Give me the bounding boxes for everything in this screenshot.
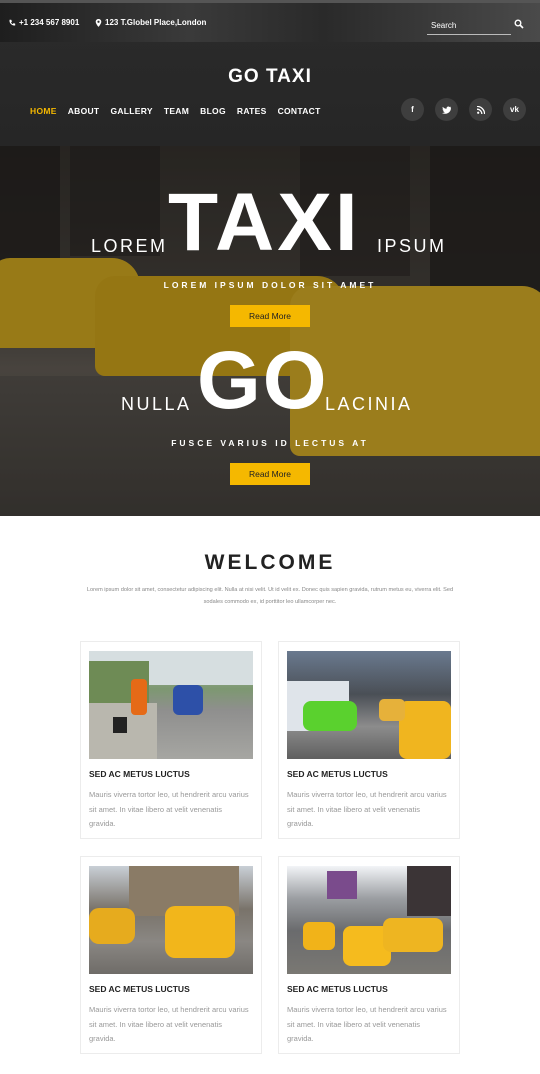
search-input[interactable]: [427, 16, 511, 35]
hero-banner: LOREM TAXI IPSUM LOREM IPSUM DOLOR SIT A…: [0, 146, 540, 516]
nav-contact[interactable]: CONTACT: [278, 106, 321, 116]
map-marker-icon: [95, 18, 102, 27]
nav-about[interactable]: ABOUT: [68, 106, 100, 116]
search-icon[interactable]: [514, 19, 524, 29]
vk-icon[interactable]: vk: [503, 98, 526, 121]
address-text: 123 T.Globel Place,London: [105, 18, 207, 27]
hero-slide2-left: NULLA: [121, 394, 192, 414]
hero-slide1-subtitle: LOREM IPSUM DOLOR SIT AMET: [163, 280, 377, 290]
card-image: [89, 866, 253, 974]
facebook-icon[interactable]: f: [401, 98, 424, 121]
card-image: [287, 651, 451, 759]
nav-team[interactable]: TEAM: [164, 106, 189, 116]
hero-slide1-right: IPSUM: [377, 236, 447, 256]
card-text: Mauris viverra tortor leo, ut hendrerit …: [89, 1005, 249, 1043]
nav-home[interactable]: HOME: [30, 106, 57, 116]
read-more-button-1[interactable]: Read More: [230, 305, 310, 327]
welcome-text: Lorem ipsum dolor sit amet, consectetur …: [86, 587, 454, 605]
address-contact: 123 T.Globel Place,London: [95, 18, 206, 27]
main-nav: HOME ABOUT GALLERY TEAM BLOG RATES CONTA…: [30, 106, 321, 116]
site-header: +1 234 567 8901 123 T.Globel Place,Londo…: [0, 0, 540, 146]
card-title: SED AC METUS LUCTUS: [287, 984, 388, 994]
top-bar: +1 234 567 8901 123 T.Globel Place,Londo…: [0, 0, 540, 42]
hero-slide1-title: TAXI: [168, 177, 361, 268]
phone-contact[interactable]: +1 234 567 8901: [8, 18, 79, 27]
social-links: f vk: [401, 98, 526, 121]
hero-slide1-left: LOREM: [91, 236, 168, 256]
nav-blog[interactable]: BLOG: [200, 106, 226, 116]
card-image: [287, 866, 451, 974]
phone-icon: [9, 19, 16, 26]
card-title: SED AC METUS LUCTUS: [89, 769, 190, 779]
hero-slide2-title: GO: [197, 335, 329, 426]
feature-card[interactable]: SED AC METUS LUCTUS Mauris viverra torto…: [80, 641, 262, 839]
welcome-heading: WELCOME: [204, 551, 336, 574]
feature-card[interactable]: SED AC METUS LUCTUS Mauris viverra torto…: [80, 856, 262, 1054]
nav-gallery[interactable]: GALLERY: [110, 106, 152, 116]
card-text: Mauris viverra tortor leo, ut hendrerit …: [287, 790, 447, 828]
phone-number: +1 234 567 8901: [19, 18, 80, 27]
card-title: SED AC METUS LUCTUS: [287, 769, 388, 779]
search-box: [427, 15, 511, 35]
feature-card[interactable]: SED AC METUS LUCTUS Mauris viverra torto…: [278, 641, 460, 839]
card-title: SED AC METUS LUCTUS: [89, 984, 190, 994]
twitter-icon[interactable]: [435, 98, 458, 121]
read-more-button-2[interactable]: Read More: [230, 463, 310, 485]
feature-card[interactable]: SED AC METUS LUCTUS Mauris viverra torto…: [278, 856, 460, 1054]
site-logo[interactable]: GO TAXI: [0, 66, 540, 88]
hero-slide2-subtitle: FUSCE VARIUS ID LECTUS AT: [171, 438, 369, 448]
nav-rates[interactable]: RATES: [237, 106, 267, 116]
card-image: [89, 651, 253, 759]
card-text: Mauris viverra tortor leo, ut hendrerit …: [287, 1005, 447, 1043]
rss-icon[interactable]: [469, 98, 492, 121]
card-text: Mauris viverra tortor leo, ut hendrerit …: [89, 790, 249, 828]
hero-slide2-right: LACINIA: [325, 394, 413, 414]
